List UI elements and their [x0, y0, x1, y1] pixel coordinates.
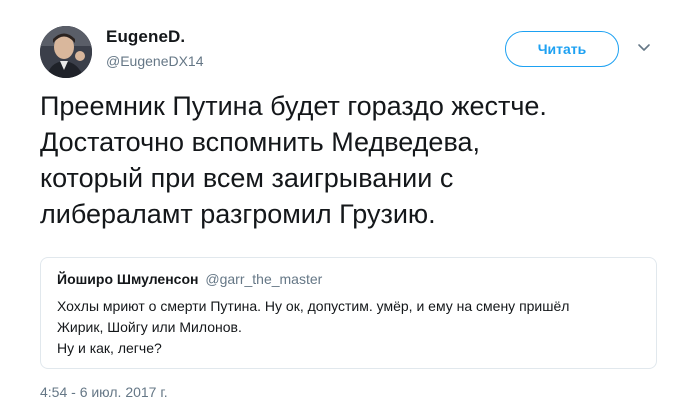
quoted-text-line: Жирик, Шойгу или Милонов. — [57, 319, 242, 335]
tweet-timestamp[interactable]: 4:54 - 6 июл. 2017 г. — [40, 384, 168, 400]
avatar[interactable] — [40, 26, 92, 78]
author-handle[interactable]: @EugeneDX14 — [106, 53, 204, 69]
quoted-text-line: Ну и как, легче? — [57, 340, 162, 356]
tweet-text-line: либераламт разгромил Грузию. — [40, 199, 436, 229]
author-display-name[interactable]: EugeneD. — [106, 27, 185, 47]
quoted-tweet-text: Хохлы мриют о смерти Путина. Ну ок, допу… — [57, 296, 569, 359]
quoted-author-handle: @garr_the_master — [205, 271, 323, 287]
tweet-card: EugeneD. @EugeneDX14 Читать Преемник Пут… — [0, 0, 700, 412]
quoted-author-name: Йоширо Шмуленсон — [57, 271, 199, 287]
quoted-text-line: Хохлы мриют о смерти Путина. Ну ок, допу… — [57, 298, 570, 314]
quoted-tweet-header: Йоширо Шмуленсон @garr_the_master — [57, 271, 322, 287]
follow-button[interactable]: Читать — [505, 31, 619, 67]
tweet-text-line: Достаточно вспомнить Медведева, — [40, 127, 481, 157]
chevron-down-icon[interactable] — [636, 40, 652, 56]
tweet-text: Преемник Путина будет гораздо жестче. До… — [40, 88, 670, 232]
tweet-text-line: который при всем заигрывании с — [40, 163, 454, 193]
tweet-text-line: Преемник Путина будет гораздо жестче. — [40, 91, 547, 121]
quoted-tweet[interactable]: Йоширо Шмуленсон @garr_the_master Хохлы … — [40, 257, 657, 369]
